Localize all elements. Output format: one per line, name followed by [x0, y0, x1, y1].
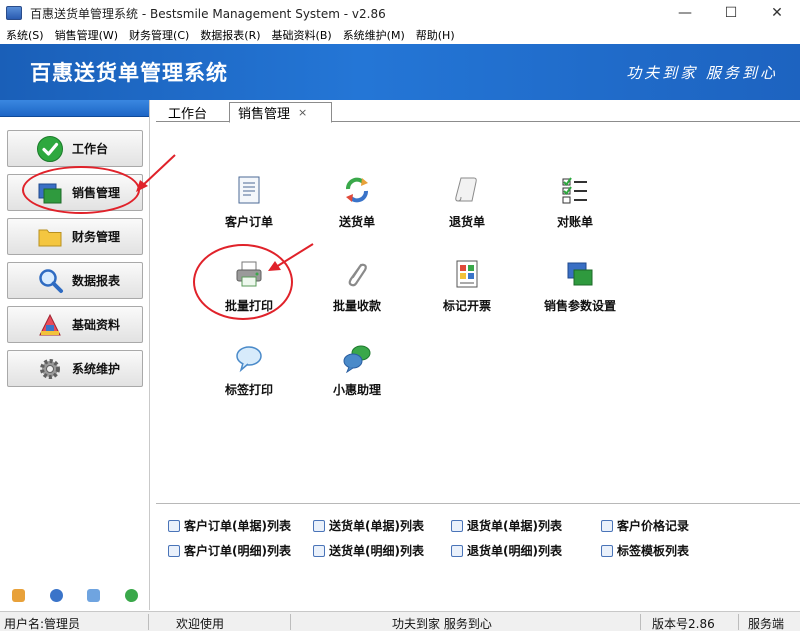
sidebar-item-finance[interactable]: 财务管理	[7, 218, 143, 255]
status-divider	[738, 614, 739, 630]
grid-item-label: 对账单	[556, 215, 593, 229]
grid-item-label: 批量收款	[332, 299, 381, 313]
sidebar-item-maintenance[interactable]: 系统维护	[7, 350, 143, 387]
menu-maintenance[interactable]: 系统维护(M)	[343, 27, 405, 43]
status-welcome: 欢迎使用	[176, 617, 225, 631]
menu-finance[interactable]: 财务管理(C)	[129, 27, 189, 43]
back-icon[interactable]	[124, 588, 138, 602]
report-links-panel: 客户订单(单据)列表 送货单(单据)列表 退货单(单据)列表 客户价格记录 客户…	[156, 503, 800, 610]
sidebar-header-strip	[0, 100, 149, 117]
grid-item-sales-settings[interactable]: 销售参数设置	[520, 259, 640, 314]
tab-sales[interactable]: 销售管理 ×	[229, 102, 332, 123]
magnifier-icon	[39, 268, 63, 293]
link-customer-order-detail[interactable]: 客户订单(明细)列表	[168, 542, 291, 559]
grid-item-label: 标签打印	[224, 383, 273, 397]
invoice-icon	[456, 260, 478, 288]
status-divider	[290, 614, 291, 630]
status-bar: 用户名:管理员 欢迎使用 功夫到家 服务到心 版本号2.86 服务端	[0, 611, 800, 631]
menu-bar: 系统(S) 销售管理(W) 财务管理(C) 数据报表(R) 基础资料(B) 系统…	[0, 26, 800, 44]
annotation-arrow	[268, 243, 314, 271]
title-bar: 百惠送货单管理系统 - Bestsmile Management System …	[0, 0, 800, 26]
link-customer-order-list[interactable]: 客户订单(单据)列表	[168, 517, 291, 534]
grid-item-return-note[interactable]: 退货单	[412, 175, 522, 230]
status-divider	[640, 614, 641, 630]
refresh-arrows-icon	[346, 177, 368, 203]
status-version: 版本号2.86	[652, 617, 715, 631]
app-icon	[6, 6, 22, 20]
grid-item-label: 退货单	[448, 215, 485, 229]
tab-bar: 工作台 销售管理 ×	[156, 100, 800, 123]
status-slogan: 功夫到家 服务到心	[392, 617, 492, 631]
grid-item-assistant[interactable]: 小惠助理	[302, 343, 412, 398]
sidebar-item-label: 财务管理	[72, 230, 121, 244]
search-list-icon	[168, 544, 180, 557]
sidebar-item-label: 系统维护	[72, 362, 121, 376]
sidebar-item-reports[interactable]: 数据报表	[7, 262, 143, 299]
close-button[interactable]: ✕	[754, 0, 800, 26]
grid-item-label: 客户订单	[224, 215, 273, 229]
grid-item-label: 销售参数设置	[543, 299, 616, 313]
search-icon[interactable]	[87, 588, 101, 602]
link-label-template-list[interactable]: 标签模板列表	[601, 542, 689, 559]
gear-icon	[40, 358, 60, 379]
paperclip-icon	[348, 263, 367, 287]
minimize-button[interactable]: —	[662, 0, 708, 26]
form-icon	[238, 176, 260, 204]
tab-close-icon[interactable]: ×	[298, 106, 307, 119]
menu-help[interactable]: 帮助(H)	[416, 27, 455, 43]
grid-item-statement[interactable]: 对账单	[520, 175, 630, 230]
link-return-note-list[interactable]: 退货单(单据)列表	[451, 517, 562, 534]
menu-system[interactable]: 系统(S)	[6, 27, 44, 43]
maximize-button[interactable]: ☐	[708, 0, 754, 26]
edit-icon	[601, 544, 613, 557]
search-list-icon	[313, 544, 325, 557]
settings-window-icon	[567, 262, 593, 286]
speech-bubble-icon	[236, 346, 262, 373]
tab-label: 销售管理	[238, 107, 291, 122]
grid-item-mark-invoice[interactable]: 标记开票	[412, 259, 522, 314]
sidebar-footer	[0, 580, 150, 610]
sidebar-item-label: 数据报表	[72, 274, 121, 288]
status-mode: 服务端	[748, 617, 785, 631]
key-icon[interactable]	[12, 588, 26, 602]
list-icon	[168, 519, 180, 532]
grid-item-customer-order[interactable]: 客户订单	[194, 175, 304, 230]
sidebar-item-label: 工作台	[72, 142, 109, 156]
tab-workbench[interactable]: 工作台	[160, 102, 215, 123]
grid-item-label: 送货单	[338, 215, 375, 229]
list-icon	[313, 519, 325, 532]
grid-item-label: 小惠助理	[332, 383, 381, 397]
checklist-icon	[562, 177, 587, 204]
status-user: 用户名:管理员	[4, 617, 81, 631]
list-icon	[451, 519, 463, 532]
link-return-note-detail[interactable]: 退货单(明细)列表	[451, 542, 562, 559]
banner-slogan: 功夫到家 服务到心	[626, 64, 778, 82]
scroll-icon	[455, 177, 477, 202]
grid-item-batch-receipt[interactable]: 批量收款	[302, 259, 412, 314]
folder-icon	[38, 229, 62, 246]
menu-sales[interactable]: 销售管理(W)	[55, 27, 118, 43]
grid-item-label: 标记开票	[442, 299, 491, 313]
link-delivery-note-detail[interactable]: 送货单(明细)列表	[313, 542, 424, 559]
menu-basic-data[interactable]: 基础资料(B)	[272, 27, 332, 43]
banner-title: 百惠送货单管理系统	[30, 61, 228, 85]
window-title: 百惠送货单管理系统 - Bestsmile Management System …	[30, 6, 386, 21]
grid-item-delivery-note[interactable]: 送货单	[302, 175, 412, 230]
header-banner: 百惠送货单管理系统 功夫到家 服务到心	[0, 44, 800, 100]
sidebar-item-basic-data[interactable]: 基础资料	[7, 306, 143, 343]
chat-bubbles-icon	[343, 345, 371, 374]
clock-icon[interactable]	[49, 588, 63, 602]
grid-item-label-print[interactable]: 标签打印	[194, 343, 304, 398]
building-icon	[39, 313, 61, 335]
menu-reports[interactable]: 数据报表(R)	[200, 27, 260, 43]
link-customer-price-record[interactable]: 客户价格记录	[601, 517, 689, 534]
link-delivery-note-list[interactable]: 送货单(单据)列表	[313, 517, 424, 534]
sidebar-item-label: 基础资料	[72, 318, 121, 332]
edit-icon	[601, 519, 613, 532]
check-icon	[37, 135, 63, 162]
search-list-icon	[451, 544, 463, 557]
status-divider	[148, 614, 149, 630]
